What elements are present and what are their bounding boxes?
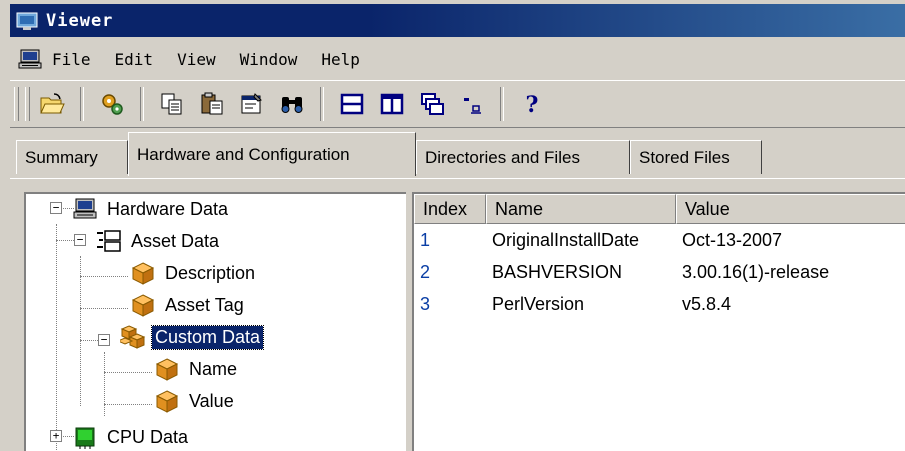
tree-node-asset-tag[interactable]: Asset Tag <box>130 290 247 320</box>
list-row[interactable]: 1 OriginalInstallDate Oct-13-2007 <box>414 224 905 256</box>
box-icon <box>131 294 155 317</box>
hardware-tree[interactable]: − − − + Hardware Data Asset Data Descrip… <box>24 192 406 451</box>
tree-node-hardware-data[interactable]: Hardware Data <box>72 194 231 224</box>
toolbar-separator <box>140 87 144 121</box>
cell-name: BASHVERSION <box>492 261 623 282</box>
tree-node-label: Asset Tag <box>165 294 244 315</box>
paste-icon <box>201 92 223 115</box>
menu-view[interactable]: View <box>175 48 218 71</box>
list-header: Index Name Value <box>414 194 905 224</box>
toolbar: ? <box>10 80 905 128</box>
toolbar-separator <box>500 87 504 121</box>
column-header-name[interactable]: Name <box>486 194 676 224</box>
box-icon <box>131 262 155 285</box>
tree-node-label: Custom Data <box>150 324 265 350</box>
cell-value: v5.8.4 <box>682 293 732 314</box>
find-icon <box>281 97 303 113</box>
paste-button[interactable] <box>195 87 229 121</box>
settings-icon <box>102 94 123 115</box>
svg-text:?: ? <box>526 92 539 117</box>
tree-expander-custom-data[interactable]: − <box>98 334 110 346</box>
find-button[interactable] <box>275 87 309 121</box>
tree-node-name[interactable]: Name <box>154 354 240 384</box>
tree-node-label: Name <box>189 358 238 379</box>
properties-icon <box>241 93 262 114</box>
list-row[interactable]: 3 PerlVersion v5.8.4 <box>414 288 905 320</box>
open-folder-icon <box>40 93 65 114</box>
cell-index: 1 <box>420 229 431 250</box>
tab-stored-files[interactable]: Stored Files <box>630 140 762 174</box>
tree-expander-hardware-data[interactable]: − <box>50 202 62 214</box>
toolbar-grip[interactable] <box>14 87 19 121</box>
tree-node-custom-data[interactable]: Custom Data <box>120 322 265 352</box>
vertical-split-icon <box>380 93 404 115</box>
tree-node-asset-data[interactable]: Asset Data <box>96 226 222 256</box>
settings-button[interactable] <box>95 87 129 121</box>
tab-label: Hardware and Configuration <box>137 144 350 164</box>
tree-node-label: CPU Data <box>107 426 189 447</box>
title-bar: Viewer <box>10 4 905 37</box>
help-button[interactable]: ? <box>515 87 549 121</box>
tree-node-description[interactable]: Description <box>130 258 258 288</box>
tab-label: Stored Files <box>639 147 730 167</box>
tree-node-label: Value <box>189 390 234 411</box>
toolbar-grip-2 <box>25 87 30 121</box>
tree-node-value[interactable]: Value <box>154 386 237 416</box>
menu-window[interactable]: Window <box>238 48 300 71</box>
tree-expander-cpu-data[interactable]: + <box>50 430 62 442</box>
computer-icon <box>73 198 97 219</box>
tab-label: Directories and Files <box>425 147 580 167</box>
tab-label: Summary <box>25 147 98 167</box>
tree-expander-asset-data[interactable]: − <box>74 234 86 246</box>
menu-help[interactable]: Help <box>319 48 362 71</box>
cascade-icon <box>421 93 444 115</box>
cell-index: 3 <box>420 293 431 314</box>
computer-icon[interactable] <box>18 48 44 70</box>
custom-data-list[interactable]: Index Name Value 1 OriginalInstallDate O… <box>412 192 905 451</box>
copy-icon <box>161 93 182 115</box>
tab-content: − − − + Hardware Data Asset Data Descrip… <box>10 178 905 451</box>
cell-index: 2 <box>420 261 431 282</box>
horizontal-split-icon <box>340 93 364 115</box>
app-icon <box>16 12 38 30</box>
tab-strip: Summary Hardware and Configuration Direc… <box>10 128 905 179</box>
cell-name: OriginalInstallDate <box>492 229 640 250</box>
asset-list-icon <box>97 230 121 252</box>
tree-node-label: Asset Data <box>131 230 220 251</box>
box-icon <box>155 390 179 413</box>
window-title: Viewer <box>46 10 114 31</box>
cell-name: PerlVersion <box>492 293 585 314</box>
small-icons-icon <box>464 98 481 114</box>
column-header-value[interactable]: Value <box>676 194 905 224</box>
column-header-index[interactable]: Index <box>414 194 486 224</box>
tree-node-cpu-data[interactable]: CPU Data <box>72 422 191 451</box>
menu-bar: File Edit View Window Help <box>10 40 905 78</box>
properties-button[interactable] <box>235 87 269 121</box>
menu-file[interactable]: File <box>50 48 93 71</box>
boxes-icon <box>120 325 146 349</box>
cpu-chip-icon <box>75 427 95 449</box>
vertical-split-button[interactable] <box>375 87 409 121</box>
horizontal-split-button[interactable] <box>335 87 369 121</box>
small-icons-button[interactable] <box>455 87 489 121</box>
tab-hardware-and-configuration[interactable]: Hardware and Configuration <box>128 132 416 176</box>
cell-value: Oct-13-2007 <box>682 229 783 250</box>
menu-edit[interactable]: Edit <box>113 48 156 71</box>
tab-summary[interactable]: Summary <box>16 140 128 174</box>
open-button[interactable] <box>35 87 69 121</box>
list-row[interactable]: 2 BASHVERSION 3.00.16(1)-release <box>414 256 905 288</box>
box-icon <box>155 358 179 381</box>
tree-node-label: Description <box>165 262 256 283</box>
help-icon: ? <box>526 92 539 117</box>
tree-node-label: Hardware Data <box>107 198 229 219</box>
cell-value: 3.00.16(1)-release <box>682 261 830 282</box>
cascade-button[interactable] <box>415 87 449 121</box>
copy-button[interactable] <box>155 87 189 121</box>
toolbar-separator <box>80 87 84 121</box>
toolbar-separator <box>320 87 324 121</box>
tab-directories-and-files[interactable]: Directories and Files <box>416 140 630 174</box>
